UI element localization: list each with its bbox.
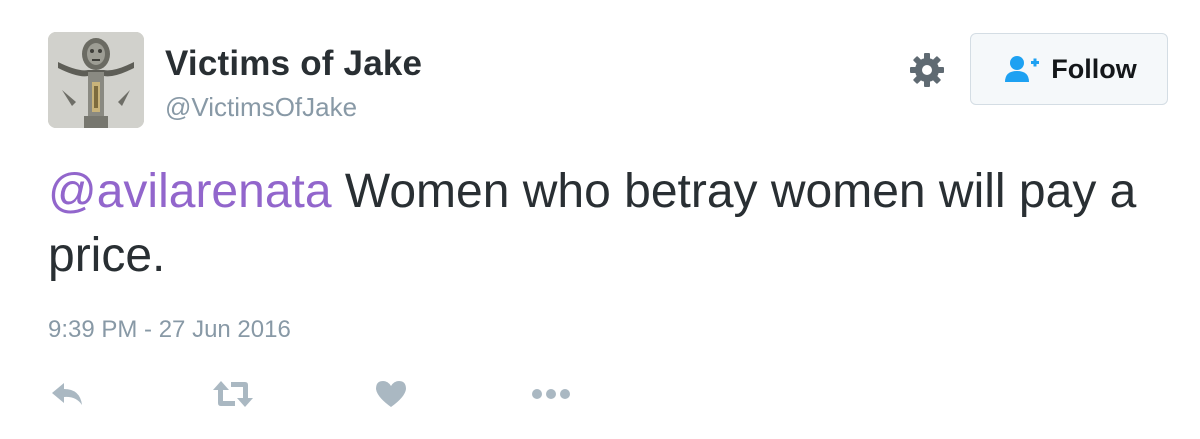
follow-label: Follow [1051,53,1137,84]
add-user-icon [1003,54,1041,84]
screen-name[interactable]: @VictimsOfJake [165,92,357,123]
tweet-card: Victims of Jake @VictimsOfJake Follow @a… [0,0,1200,439]
retweet-button[interactable] [211,378,255,414]
follow-button[interactable]: Follow [970,33,1168,105]
mention-link[interactable]: @avilarenata [48,165,332,218]
reply-button[interactable] [50,378,86,414]
timestamp[interactable]: 9:39 PM - 27 Jun 2016 [48,316,291,344]
more-button[interactable] [530,378,572,414]
avatar[interactable] [48,32,144,128]
gear-icon[interactable] [907,50,947,90]
reply-icon [50,379,86,414]
more-dots-icon [530,387,572,406]
retweet-icon [211,379,255,414]
like-button[interactable] [374,378,408,414]
heart-icon [374,379,408,414]
display-name[interactable]: Victims of Jake [165,44,422,84]
tweet-text: @avilarenata Women who betray women will… [48,160,1158,288]
